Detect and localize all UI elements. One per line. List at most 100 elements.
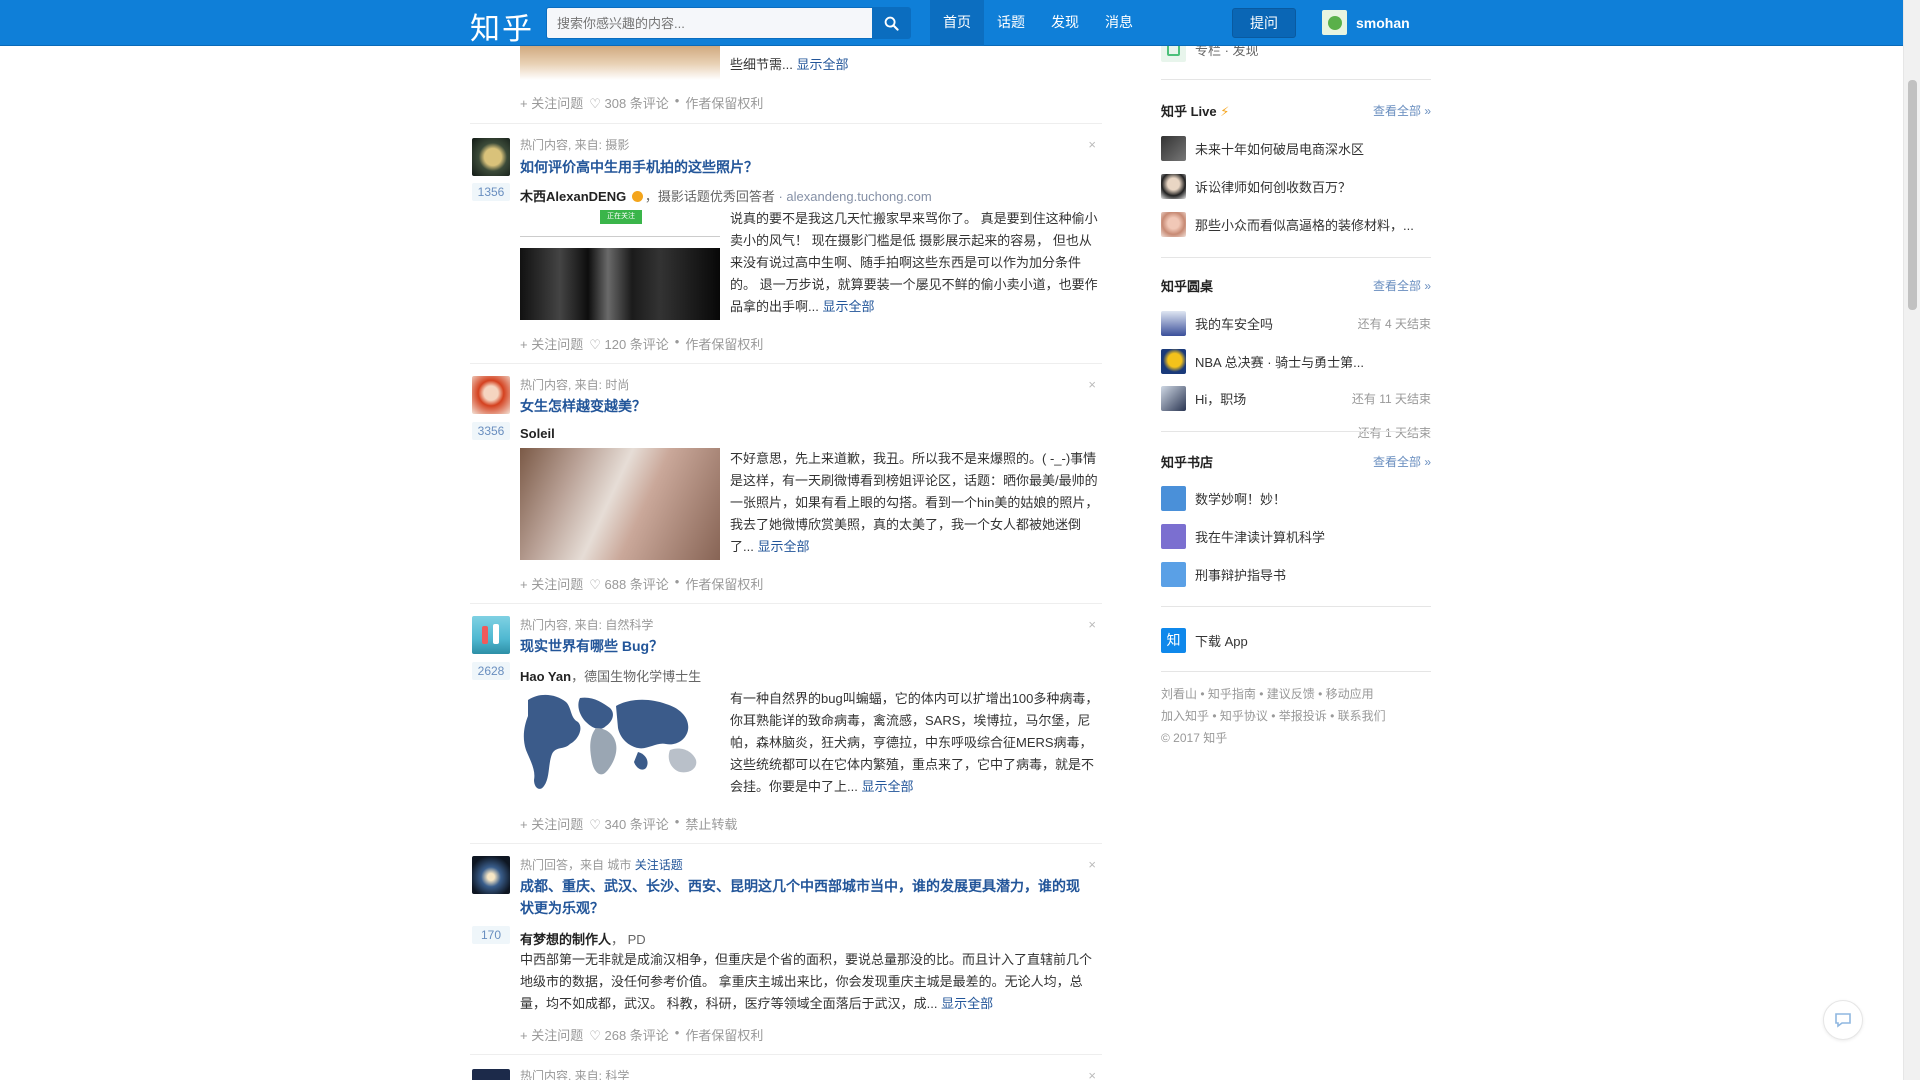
card-actions: + 关注问题 ♡ 340 条评论 • 禁止转载 — [520, 814, 743, 833]
ask-question-button[interactable]: 提问 — [1232, 8, 1296, 38]
book-item[interactable]: 我在牛津读计算机科学 — [1161, 524, 1431, 549]
answer-thumbnail[interactable] — [520, 40, 720, 80]
live-item[interactable]: 未来十年如何破局电商深水区 — [1161, 136, 1431, 161]
card-meta: 热门内容, 来自: 时尚 — [520, 378, 630, 392]
close-icon[interactable]: × — [1088, 617, 1096, 632]
search-box — [546, 7, 911, 39]
download-app-link[interactable]: 知 下载 App — [1161, 628, 1431, 653]
scrollbar[interactable] — [1903, 0, 1920, 1080]
answer-thumbnail[interactable] — [520, 448, 720, 560]
comments-button[interactable]: ♡ 308 条评论 — [589, 93, 669, 112]
nav-home[interactable]: 首页 — [930, 0, 984, 46]
comments-button[interactable]: ♡ 688 条评论 — [589, 574, 669, 593]
roundtable-item[interactable]: NBA 总决赛 · 骑士与勇士第... — [1161, 349, 1431, 374]
live-item[interactable]: 那些小众而看似高逼格的装修材料，... — [1161, 212, 1431, 237]
nav-topics[interactable]: 话题 — [984, 0, 1038, 46]
feed-card: 170 热门回答，来自 城市 关注话题 × 成都、重庆、武汉、长沙、西安、昆明这… — [470, 844, 1102, 1055]
footer-link[interactable]: 移动应用 — [1326, 687, 1374, 701]
rights-label: 禁止转载 — [685, 817, 738, 832]
separator-dot: • — [674, 1025, 680, 1040]
author-site-link[interactable]: · alexandeng.tuchong.com — [778, 189, 931, 204]
book-item[interactable]: 数学妙啊！妙！ — [1161, 486, 1431, 511]
close-icon[interactable]: × — [1088, 377, 1096, 392]
author-bio: ，德国生物化学博士生 — [571, 669, 702, 684]
card-actions: + 关注问题 ♡ 688 条评论 • 作者保留权利 — [520, 574, 769, 593]
search-button[interactable] — [872, 7, 911, 39]
follow-question-button[interactable]: + 关注问题 — [520, 93, 583, 112]
live-item[interactable]: 诉讼律师如何创收数百万？ — [1161, 174, 1431, 199]
show-more-link[interactable]: 显示全部 — [941, 996, 993, 1011]
avatar — [1161, 349, 1186, 374]
comments-button[interactable]: ♡ 340 条评论 — [589, 814, 669, 833]
separator-dot: • — [674, 334, 680, 349]
bookstore-view-all-link[interactable]: 查看全部 » — [1373, 453, 1431, 470]
zhihu-logo[interactable]: 知乎 — [470, 4, 534, 48]
comments-button[interactable]: ♡ 268 条评论 — [589, 1025, 669, 1044]
book-cover-icon — [1161, 486, 1186, 511]
answer-thumbnail[interactable] — [520, 688, 720, 800]
roundtable-item[interactable]: 我的车安全吗 还有 4 天结束 — [1161, 311, 1431, 336]
topic-avatar[interactable] — [472, 1069, 510, 1080]
close-icon[interactable]: × — [1088, 137, 1096, 152]
show-more-link[interactable]: 显示全部 — [822, 299, 874, 314]
author-name[interactable]: Soleil — [520, 426, 555, 441]
feed-card: 热门内容, 来自: 科学 × — [470, 1055, 1102, 1080]
follow-question-button[interactable]: + 关注问题 — [520, 334, 583, 353]
roundtable-item[interactable]: Hi，职场 还有 11 天结束 — [1161, 386, 1431, 411]
topic-avatar[interactable] — [472, 138, 510, 176]
live-view-all-link[interactable]: 查看全部 » — [1373, 102, 1431, 119]
card-actions: + 关注问题 ♡ 268 条评论 • 作者保留权利 — [520, 1025, 769, 1044]
show-more-link[interactable]: 显示全部 — [796, 57, 848, 72]
book-item[interactable]: 刑事辩护指导书 — [1161, 562, 1431, 587]
feedback-button[interactable] — [1823, 1000, 1863, 1040]
book-cover-icon — [1161, 524, 1186, 549]
follow-question-button[interactable]: + 关注问题 — [520, 574, 583, 593]
nav-explore[interactable]: 发现 — [1038, 0, 1092, 46]
topic-avatar[interactable] — [472, 856, 510, 894]
search-input[interactable] — [546, 7, 872, 39]
roundtable-view-all-link[interactable]: 查看全部 » — [1373, 277, 1431, 294]
question-title[interactable]: 现实世界有哪些 Bug？ — [520, 635, 1080, 657]
vote-count[interactable]: 2628 — [472, 662, 510, 680]
question-title[interactable]: 女生怎样越变越美？ — [520, 395, 1080, 417]
book-cover-icon — [1161, 562, 1186, 587]
nav-messages[interactable]: 消息 — [1092, 0, 1146, 46]
author-name[interactable]: 木西AlexanDENG — [520, 189, 626, 204]
author-name[interactable]: Hao Yan — [520, 669, 571, 684]
follow-topic-link[interactable]: 关注话题 — [635, 858, 683, 872]
follow-question-button[interactable]: + 关注问题 — [520, 1025, 583, 1044]
show-more-link[interactable]: 显示全部 — [757, 539, 809, 554]
vote-count[interactable]: 170 — [472, 926, 510, 944]
user-menu[interactable]: smohan — [1322, 10, 1410, 35]
footer-link[interactable]: 刘看山 — [1161, 687, 1197, 701]
footer-link[interactable]: 建议反馈 — [1267, 687, 1315, 701]
close-icon[interactable]: × — [1088, 857, 1096, 872]
scrollbar-thumb[interactable] — [1908, 80, 1917, 310]
roundtable-extra-status: 还有 1 天结束 — [1357, 426, 1431, 440]
footer-link[interactable]: 举报投诉 — [1279, 709, 1327, 723]
footer-link[interactable]: 知乎指南 — [1208, 687, 1256, 701]
card-meta: 热门内容, 来自: 自然科学 — [520, 618, 654, 632]
main-nav: 首页 话题 发现 消息 — [930, 0, 1146, 46]
comments-button[interactable]: ♡ 120 条评论 — [589, 334, 669, 353]
topic-avatar[interactable] — [472, 376, 510, 414]
close-icon[interactable]: × — [1088, 1068, 1096, 1080]
footer-link[interactable]: 联系我们 — [1338, 709, 1386, 723]
question-title[interactable]: 如何评价高中生用手机拍的这些照片？ — [520, 156, 1080, 178]
answer-thumbnail[interactable]: 正在关注 — [520, 208, 720, 320]
footer-link[interactable]: 加入知乎 — [1161, 709, 1209, 723]
footer-links: 刘看山 • 知乎指南 • 建议反馈 • 移动应用 加入知乎 • 知乎协议 • 举… — [1161, 683, 1431, 749]
separator-dot: • — [674, 574, 680, 589]
question-title[interactable]: 成都、重庆、武汉、长沙、西安、昆明这几个中西部城市当中，谁的发展更具潜力，谁的现… — [520, 875, 1080, 919]
footer-link[interactable]: 知乎协议 — [1220, 709, 1268, 723]
zhihu-app-icon: 知 — [1161, 628, 1186, 653]
author-name[interactable]: 有梦想的制作人 — [520, 932, 611, 947]
card-actions: + 关注问题 ♡ 120 条评论 • 作者保留权利 — [520, 334, 769, 353]
roundtable-section-title: 知乎圆桌 — [1161, 279, 1214, 294]
show-more-link[interactable]: 显示全部 — [861, 779, 913, 794]
follow-question-button[interactable]: + 关注问题 — [520, 814, 583, 833]
vote-count[interactable]: 1356 — [472, 183, 510, 201]
topic-avatar[interactable] — [472, 616, 510, 654]
vote-count[interactable]: 3356 — [472, 422, 510, 440]
feed-card: 1356 热门内容, 来自: 摄影 × 如何评价高中生用手机拍的这些照片？ 木西… — [470, 124, 1102, 364]
